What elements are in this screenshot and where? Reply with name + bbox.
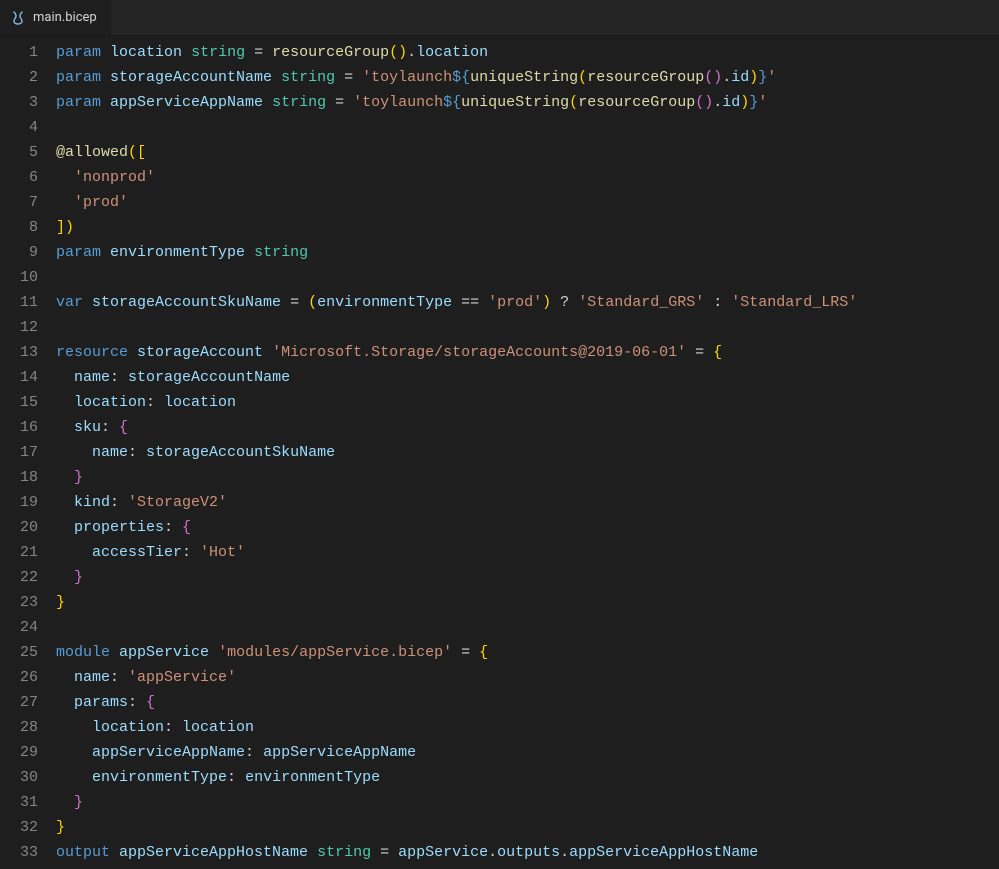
code-line[interactable]: name: storageAccountName: [56, 365, 999, 390]
code-line[interactable]: resource storageAccount 'Microsoft.Stora…: [56, 340, 999, 365]
code-line[interactable]: kind: 'StorageV2': [56, 490, 999, 515]
line-number: 16: [0, 415, 38, 440]
line-number: 6: [0, 165, 38, 190]
code-line[interactable]: location: location: [56, 715, 999, 740]
code-line[interactable]: params: {: [56, 690, 999, 715]
line-number: 20: [0, 515, 38, 540]
line-number: 10: [0, 265, 38, 290]
line-number: 2: [0, 65, 38, 90]
line-number: 21: [0, 540, 38, 565]
code-line[interactable]: name: 'appService': [56, 665, 999, 690]
line-number: 14: [0, 365, 38, 390]
code-editor[interactable]: 1234567891011121314151617181920212223242…: [0, 36, 999, 865]
code-line[interactable]: location: location: [56, 390, 999, 415]
line-number: 19: [0, 490, 38, 515]
line-number: 23: [0, 590, 38, 615]
line-number: 27: [0, 690, 38, 715]
line-number: 29: [0, 740, 38, 765]
code-line[interactable]: accessTier: 'Hot': [56, 540, 999, 565]
line-number: 5: [0, 140, 38, 165]
code-line[interactable]: appServiceAppName: appServiceAppName: [56, 740, 999, 765]
code-line[interactable]: param environmentType string: [56, 240, 999, 265]
code-line[interactable]: 'nonprod': [56, 165, 999, 190]
line-number: 1: [0, 40, 38, 65]
code-line[interactable]: }: [56, 590, 999, 615]
line-number: 18: [0, 465, 38, 490]
code-line[interactable]: }: [56, 790, 999, 815]
code-line[interactable]: param appServiceAppName string = 'toylau…: [56, 90, 999, 115]
line-number: 4: [0, 115, 38, 140]
code-line[interactable]: ]): [56, 215, 999, 240]
code-line[interactable]: [56, 115, 999, 140]
code-line[interactable]: 'prod': [56, 190, 999, 215]
tab-title: main.bicep: [33, 10, 97, 25]
code-line[interactable]: name: storageAccountSkuName: [56, 440, 999, 465]
line-number: 25: [0, 640, 38, 665]
line-number: 31: [0, 790, 38, 815]
line-number: 28: [0, 715, 38, 740]
code-line[interactable]: properties: {: [56, 515, 999, 540]
code-line[interactable]: sku: {: [56, 415, 999, 440]
line-number: 24: [0, 615, 38, 640]
code-line[interactable]: }: [56, 465, 999, 490]
code-line[interactable]: }: [56, 565, 999, 590]
code-line[interactable]: [56, 315, 999, 340]
line-number: 32: [0, 815, 38, 840]
code-line[interactable]: module appService 'modules/appService.bi…: [56, 640, 999, 665]
code-line[interactable]: param location string = resourceGroup().…: [56, 40, 999, 65]
line-number: 11: [0, 290, 38, 315]
code-line[interactable]: [56, 615, 999, 640]
code-line[interactable]: @allowed([: [56, 140, 999, 165]
code-line[interactable]: [56, 265, 999, 290]
code-line[interactable]: output appServiceAppHostName string = ap…: [56, 840, 999, 865]
line-number: 8: [0, 215, 38, 240]
code-line[interactable]: param storageAccountName string = 'toyla…: [56, 65, 999, 90]
line-number: 33: [0, 840, 38, 865]
code-line[interactable]: }: [56, 815, 999, 840]
line-number: 12: [0, 315, 38, 340]
code-area[interactable]: param location string = resourceGroup().…: [56, 40, 999, 865]
line-number: 9: [0, 240, 38, 265]
tab-main-bicep[interactable]: main.bicep: [0, 0, 112, 35]
line-number: 26: [0, 665, 38, 690]
line-number: 15: [0, 390, 38, 415]
line-number: 7: [0, 190, 38, 215]
tab-bar: main.bicep: [0, 0, 999, 36]
line-number: 17: [0, 440, 38, 465]
line-number: 13: [0, 340, 38, 365]
line-number: 22: [0, 565, 38, 590]
code-line[interactable]: var storageAccountSkuName = (environment…: [56, 290, 999, 315]
bicep-file-icon: [10, 10, 26, 26]
code-line[interactable]: environmentType: environmentType: [56, 765, 999, 790]
line-number: 30: [0, 765, 38, 790]
line-number: 3: [0, 90, 38, 115]
line-number-gutter: 1234567891011121314151617181920212223242…: [0, 40, 56, 865]
